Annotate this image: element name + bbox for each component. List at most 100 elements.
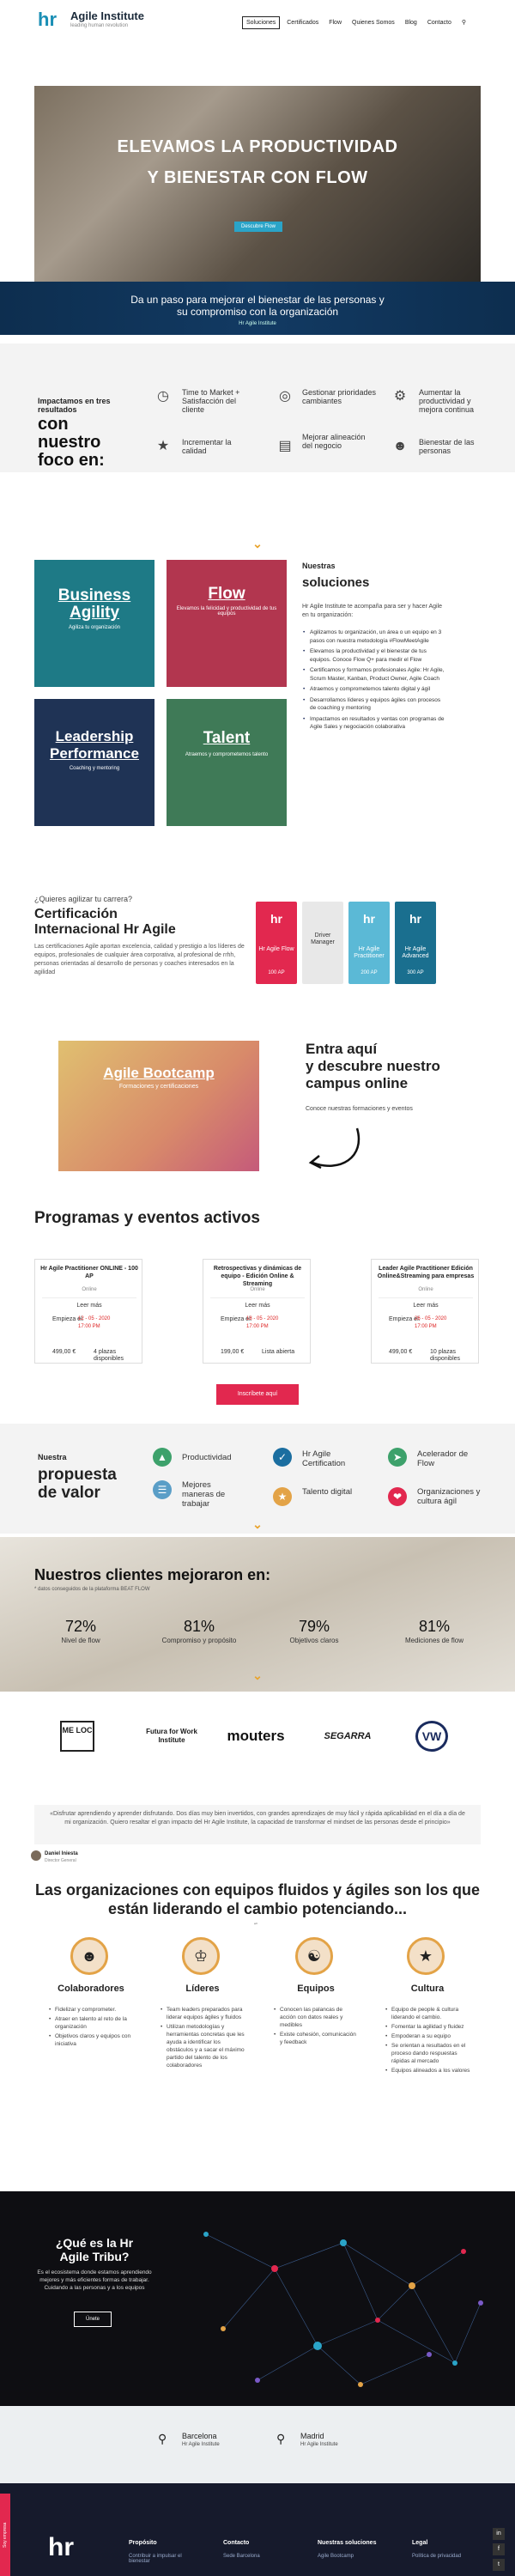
nav-blog[interactable]: Blog bbox=[402, 17, 421, 28]
leader-icon: ♔ bbox=[182, 1937, 220, 1975]
footer-col-title: Legal bbox=[412, 2540, 428, 2546]
nav-quienes-somos[interactable]: Quienes Somos bbox=[348, 17, 398, 28]
tribu-text: Es el ecosistema donde estamos aprendien… bbox=[37, 2269, 152, 2291]
linkedin-icon[interactable]: in bbox=[493, 2528, 505, 2540]
badge-driver-manager[interactable]: Driver Manager bbox=[302, 902, 343, 984]
list-item: Conocen las palancas de acción con datos… bbox=[273, 2006, 359, 2029]
value-item: Productividad bbox=[182, 1453, 232, 1462]
discover-flow-button[interactable]: Descubre Flow bbox=[234, 222, 282, 232]
tile-sub: Agiliza tu organización bbox=[68, 625, 121, 630]
join-button[interactable]: Únete bbox=[74, 2312, 112, 2327]
nav-contacto[interactable]: Contacto bbox=[424, 17, 455, 28]
program-card[interactable]: Retrospectivas y dinámicas de equipo - E… bbox=[203, 1259, 311, 1364]
tile-title: Talent bbox=[203, 729, 251, 747]
logo-mark[interactable]: hr bbox=[38, 9, 57, 31]
tile-talent[interactable]: Talent Atraemos y comprometemos talento bbox=[167, 699, 287, 826]
nav-soluciones[interactable]: Soluciones bbox=[242, 15, 281, 29]
company-side-tab[interactable]: Soy empresa bbox=[0, 2494, 10, 2576]
hero-title-line2: Y BIENESTAR CON FLOW bbox=[147, 168, 368, 187]
card-date: 26 - 05 - 2020 bbox=[415, 1316, 447, 1321]
program-card[interactable]: Leader Agile Practitioner Edición Online… bbox=[371, 1259, 479, 1364]
footer-link[interactable]: Contribuir a impulsar el bienestar bbox=[129, 2554, 197, 2564]
focus-item-1: Time to Market + Satisfacción del client… bbox=[182, 388, 240, 414]
intro-band: Da un paso para mejorar el bienestar de … bbox=[0, 282, 515, 335]
team-icon: ☯ bbox=[295, 1937, 333, 1975]
network-graphic bbox=[203, 2232, 483, 2387]
campus-title-1: Entra aquí bbox=[306, 1041, 378, 1057]
list-item: Agilizamos tu organización, un área o un… bbox=[302, 629, 446, 645]
col-list: Conocen las palancas de acción con datos… bbox=[273, 2006, 359, 2048]
card-price: 199,00 € bbox=[221, 1349, 245, 1355]
list-item: Equipo de people & cultura liderando el … bbox=[385, 2006, 470, 2021]
testimonial-role: Director General bbox=[45, 1858, 76, 1863]
card-divider bbox=[379, 1297, 473, 1298]
office-city: Barcelona bbox=[182, 2432, 217, 2440]
badge-name: Driver Manager bbox=[311, 933, 335, 945]
footer-link[interactable]: Sede Barcelona bbox=[223, 2554, 260, 2559]
card-read-more[interactable]: Leer más bbox=[372, 1303, 480, 1309]
list-item: Atraemos y comprometemos talento digital… bbox=[302, 685, 446, 694]
solutions-intro: Hr Agile Institute te acompaña para ser … bbox=[302, 604, 443, 618]
header: hr Agile Institute leading human revolut… bbox=[0, 0, 515, 45]
list-item: Certificamos y formamos profesionales Ag… bbox=[302, 666, 446, 683]
badge-hr-agile-practitioner[interactable]: hr Hr Agile Practitioner 200 AP bbox=[348, 902, 390, 984]
certification-icon: ✓ bbox=[273, 1448, 292, 1467]
col-title: Colaboradores bbox=[58, 1984, 124, 1994]
tile-title: Leadership Performance bbox=[50, 728, 139, 762]
stat-value: 79% bbox=[298, 1618, 330, 1635]
search-icon[interactable]: ⚲ bbox=[458, 16, 470, 28]
quote-mark-icon: “” bbox=[254, 1923, 258, 1929]
solutions-list: Agilizamos tu organización, un área o un… bbox=[302, 629, 446, 734]
list-item: Elevamos la productividad y el bienestar… bbox=[302, 647, 446, 664]
stat-label: Nivel de flow bbox=[61, 1637, 100, 1644]
list-item: Utilizan metodologías y herramientas con… bbox=[160, 2023, 245, 2069]
program-card[interactable]: Hr Agile Practitioner ONLINE - 100 AP On… bbox=[34, 1259, 142, 1364]
footer-logo[interactable]: hr bbox=[48, 2533, 74, 2562]
avatar bbox=[31, 1850, 41, 1861]
card-read-more[interactable]: Leer más bbox=[35, 1303, 143, 1309]
card-mode: Online bbox=[250, 1287, 265, 1292]
footer-link[interactable]: Política de privacidad bbox=[412, 2554, 461, 2559]
tile-title: Business Agility bbox=[58, 586, 131, 622]
card-seats: Lista abierta bbox=[262, 1349, 295, 1355]
nav-flow[interactable]: Flow bbox=[325, 17, 345, 28]
card-time: 17:00 PM bbox=[415, 1324, 437, 1329]
bootcamp-banner[interactable]: Agile Bootcamp Formaciones y certificaci… bbox=[58, 1041, 259, 1171]
list-item: Objetivos claros y equipos con iniciativ… bbox=[48, 2032, 134, 2048]
value-title-2: de valor bbox=[38, 1484, 100, 1502]
location-pin-icon: ⚲ bbox=[276, 2432, 286, 2445]
value-title-1: propuesta bbox=[38, 1466, 117, 1484]
cert-text: Las certificaciones Agile aportan excele… bbox=[34, 944, 245, 975]
value-item: Acelerador de Flow bbox=[417, 1449, 469, 1468]
logo-name[interactable]: Agile Institute bbox=[70, 9, 144, 22]
card-date: 18 - 05 - 2020 bbox=[246, 1316, 279, 1321]
cert-question: ¿Quieres agilizar tu carrera? bbox=[34, 895, 133, 903]
facebook-icon[interactable]: f bbox=[493, 2543, 505, 2555]
badge-hr-agile-flow[interactable]: hr Hr Agile Flow 100 AP bbox=[256, 902, 297, 984]
tribu-section: ¿Qué es la Hr Agile Tribu? Es el ecosist… bbox=[0, 2191, 515, 2406]
register-button[interactable]: Inscríbete aquí bbox=[216, 1384, 299, 1405]
nav-certificados[interactable]: Certificados bbox=[283, 17, 322, 28]
list-item: Se orientan a resultados en el proceso d… bbox=[385, 2042, 470, 2065]
accelerator-icon: ➤ bbox=[388, 1448, 407, 1467]
badge-logo: hr bbox=[270, 912, 282, 926]
stat-label: Compromiso y propósito bbox=[161, 1637, 237, 1644]
list-item: Empoderan a su equipo bbox=[385, 2032, 470, 2040]
footer-link[interactable]: Agile Bootcamp bbox=[318, 2554, 354, 2559]
badge-hr-agile-advanced[interactable]: hr Hr Agile Advanced 300 AP bbox=[395, 902, 436, 984]
badge-level: 200 AP bbox=[360, 970, 378, 975]
tile-business-agility[interactable]: Business Agility Agiliza tu organización bbox=[34, 560, 154, 687]
card-time: 17:00 PM bbox=[78, 1324, 100, 1329]
card-read-more[interactable]: Leer más bbox=[203, 1303, 312, 1309]
badge-name: Hr Agile Flow bbox=[258, 946, 294, 952]
logo-tagline: leading human revolution bbox=[70, 23, 129, 28]
work-icon: ☰ bbox=[153, 1480, 172, 1499]
focus-big-2: nuestro bbox=[38, 433, 101, 452]
badge-level: 300 AP bbox=[407, 970, 424, 975]
tile-flow[interactable]: Flow Elevamos la felicidad y productivid… bbox=[167, 560, 287, 687]
card-mode: Online bbox=[82, 1287, 97, 1292]
programs-title: Programas y eventos activos bbox=[34, 1209, 260, 1227]
people-icon: ☻ bbox=[70, 1937, 108, 1975]
twitter-icon[interactable]: t bbox=[493, 2559, 505, 2571]
tile-leadership[interactable]: Leadership Performance Coaching y mentor… bbox=[34, 699, 154, 826]
